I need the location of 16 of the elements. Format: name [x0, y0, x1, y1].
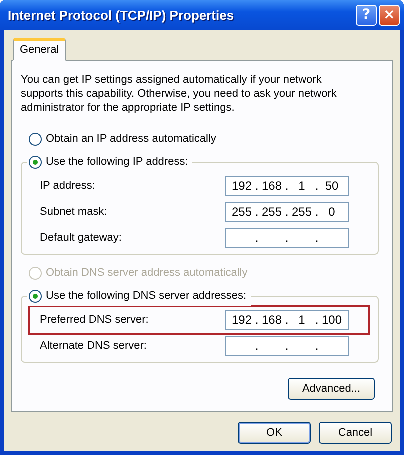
- cancel-button[interactable]: Cancel: [319, 422, 392, 444]
- tab[interactable]: General: [13, 38, 66, 61]
- ip-address-field[interactable]: . . .: [225, 336, 349, 356]
- ok-button[interactable]: OK: [238, 422, 311, 444]
- field-label: Default gateway:: [40, 232, 122, 244]
- field-label: Preferred DNS server:: [40, 314, 149, 326]
- field-label: Alternate DNS server:: [40, 340, 147, 352]
- advanced-button[interactable]: Advanced...: [288, 378, 375, 400]
- ip-address-field[interactable]: . . .: [225, 228, 349, 248]
- ip-address-field[interactable]: 192 . 168 . 1 . 100: [225, 310, 349, 330]
- window-title: Internet Protocol (TCP/IP) Properties: [8, 8, 234, 22]
- ip-address-field[interactable]: 255 . 255 . 255 . 0: [225, 202, 349, 222]
- ip-address-field[interactable]: 192 . 168 . 1 . 50: [225, 176, 349, 196]
- field-label: IP address:: [40, 180, 96, 192]
- field-label: Subnet mask:: [40, 206, 108, 218]
- intro-text: You can get IP settings assigned automatically if your network supports this capability. Otherwise, you need to ask your network administrator for the appropriate IP settings.: [21, 73, 338, 115]
